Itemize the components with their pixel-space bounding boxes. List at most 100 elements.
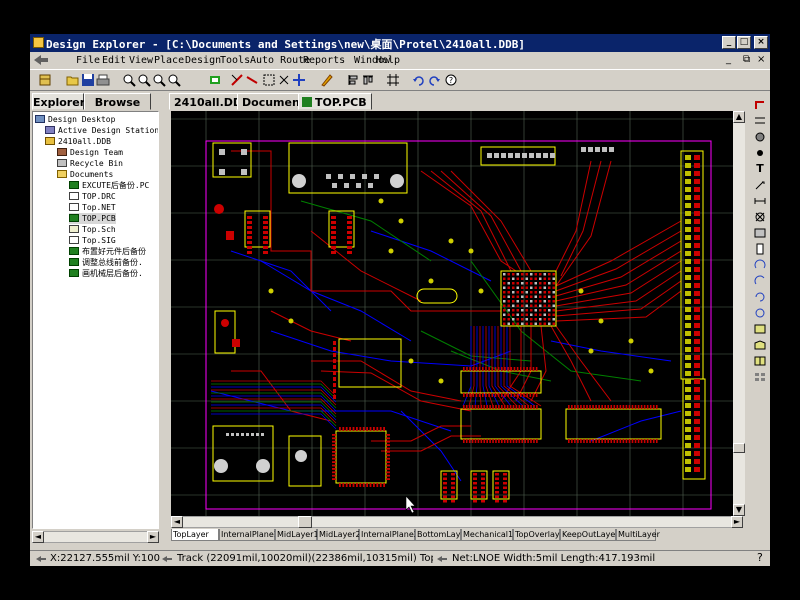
component-icon[interactable] [208, 73, 222, 87]
layer-tab-toplayer[interactable]: TopLayer [171, 529, 219, 541]
zoom-out-icon[interactable] [137, 73, 151, 87]
scroll-left-button[interactable]: ◄ [32, 531, 44, 543]
tree-item-top-sig[interactable]: Top.SIG [69, 235, 116, 246]
place-room-icon[interactable] [753, 227, 767, 239]
redo-icon[interactable] [427, 73, 441, 87]
menu-help[interactable]: Help [376, 55, 400, 66]
tab-top-pcb[interactable]: TOP.PCB [298, 93, 372, 110]
scroll-down-button[interactable]: ▼ [733, 504, 745, 516]
close-button[interactable]: × [754, 36, 768, 49]
mdi-minimize-button[interactable]: _ [726, 54, 731, 65]
place-fill-icon[interactable] [753, 323, 767, 335]
menu-file[interactable]: File [76, 55, 100, 66]
full-circle-icon[interactable] [753, 307, 767, 319]
ic-pin [583, 439, 585, 443]
mdi-close-button[interactable]: × [757, 54, 765, 65]
select-area-icon[interactable] [262, 73, 276, 87]
tree-item-backup-bus[interactable]: 调整总线前备份. [69, 257, 143, 268]
place-coordinate-icon[interactable] [753, 179, 767, 191]
place-origin-icon[interactable] [753, 211, 767, 223]
tree-item-top-net[interactable]: Top.NET [69, 202, 116, 213]
tree-item-top-drc[interactable]: TOP.DRC [69, 191, 116, 202]
arc-center-icon[interactable] [753, 259, 767, 271]
ic-pin [359, 427, 362, 431]
scroll-right-button[interactable]: ► [147, 531, 159, 543]
menu-place[interactable]: Place [154, 55, 184, 66]
layer-tab-midlayer2[interactable]: MidLayer2 [317, 529, 361, 541]
tree-item-documents[interactable]: Documents [57, 169, 113, 180]
help-icon[interactable]: ? [444, 73, 458, 87]
place-string-icon[interactable]: T [753, 163, 767, 175]
canvas-vertical-scrollbar[interactable]: ▲ ▼ [733, 111, 745, 516]
undo-icon[interactable] [412, 73, 426, 87]
paste-array-icon[interactable] [753, 371, 767, 383]
layer-tab-mechanical1[interactable]: Mechanical1 [461, 529, 513, 541]
menu-edit[interactable]: Edit [102, 55, 126, 66]
scroll-up-button[interactable]: ▲ [733, 111, 745, 123]
tab-browse-pcb[interactable]: Browse PCB [84, 93, 151, 126]
tree-item-top-sch[interactable]: Top.Sch [69, 224, 116, 235]
menu-design[interactable]: Design [185, 55, 221, 66]
place-dimension-icon[interactable] [753, 195, 767, 207]
layer-tab-topoverlay[interactable]: TopOverlay [513, 529, 560, 541]
layer-tab-keepoutlayer[interactable]: KeepOutLayer [560, 529, 619, 541]
minimize-button[interactable]: _ [722, 36, 736, 49]
open-folder-icon[interactable] [66, 73, 80, 87]
tree-item-design-desktop[interactable]: Design Desktop [35, 114, 115, 125]
tree-item-excute-backup[interactable]: EXCUTE后备份.PC [69, 180, 149, 191]
place-line-icon[interactable] [753, 115, 767, 127]
help-icon[interactable]: ? [757, 551, 763, 564]
arrow-logo-icon[interactable] [33, 54, 49, 66]
tree-item-top-pcb[interactable]: TOP.PCB [69, 213, 116, 224]
print-icon[interactable] [96, 73, 110, 87]
arc-any-angle-icon[interactable] [753, 291, 767, 303]
design-manager-icon[interactable] [38, 73, 52, 87]
layer-tab-midlayer1[interactable]: MidLayer1 [275, 529, 319, 541]
menu-view[interactable]: View [129, 55, 153, 66]
place-via-icon[interactable] [753, 147, 767, 159]
align-left-icon[interactable] [346, 73, 360, 87]
tab-explorer[interactable]: Explorer [32, 93, 85, 110]
align-top-icon[interactable] [361, 73, 375, 87]
tree-item-design-team[interactable]: Design Team [57, 147, 123, 158]
layer-tab-internalplane1[interactable]: InternalPlane1 [219, 529, 279, 541]
canvas-horizontal-scrollbar[interactable]: ◄ ► [171, 516, 743, 528]
menu-auto-route[interactable]: Auto Route [250, 55, 310, 66]
interactive-routing-icon[interactable] [753, 99, 767, 111]
scroll-thumb[interactable] [733, 443, 745, 453]
layer-tab-internalplane2[interactable]: InternalPlane2 [359, 529, 419, 541]
place-pad-icon[interactable] [753, 131, 767, 143]
tree-item-backup-mechanical[interactable]: 画机械层后备份. [69, 268, 143, 279]
maximize-button[interactable]: □ [737, 36, 751, 49]
arc-edge-icon[interactable] [753, 275, 767, 287]
design-rule-check-icon[interactable] [320, 73, 334, 87]
pcb-layout-drawing[interactable] [171, 111, 733, 516]
tree-item-active-design-station[interactable]: Active Design Station [45, 125, 158, 136]
place-polygon-icon[interactable] [753, 339, 767, 351]
zoom-in-icon[interactable] [122, 73, 136, 87]
move-icon[interactable] [292, 73, 306, 87]
canvas-scroll-right-button[interactable]: ► [731, 516, 743, 528]
place-component-icon[interactable] [753, 243, 767, 255]
layer-tab-bottomlayer[interactable]: BottomLayer [415, 529, 469, 541]
canvas-scroll-left-button[interactable]: ◄ [171, 516, 183, 528]
split-plane-icon[interactable] [753, 355, 767, 367]
save-icon[interactable] [81, 73, 95, 87]
layer-tab-multilayer[interactable]: MultiLayer [616, 529, 660, 541]
pcb-canvas[interactable] [171, 111, 743, 516]
explorer-horizontal-scrollbar[interactable]: ◄ ► [32, 531, 159, 543]
canvas-scroll-thumb[interactable] [298, 516, 312, 528]
tree-item-backup-components[interactable]: 布置好元件后备份 [69, 246, 146, 257]
fit-board-icon[interactable] [167, 73, 181, 87]
menu-tools[interactable]: Tools [220, 55, 250, 66]
tree-item-recycle-bin[interactable]: Recycle Bin [57, 158, 123, 169]
mdi-restore-button[interactable]: ⧉ [743, 54, 750, 65]
grid-icon[interactable] [386, 73, 400, 87]
cross-probe-icon[interactable] [230, 73, 244, 87]
interactive-route-icon[interactable] [245, 73, 259, 87]
title-bar[interactable]: Design Explorer - [C:\Documents and Sett… [30, 34, 770, 52]
menu-reports[interactable]: Reports [303, 55, 345, 66]
zoom-area-icon[interactable] [152, 73, 166, 87]
tree-item-database[interactable]: 2410all.DDB [45, 136, 111, 147]
deselect-icon[interactable] [277, 73, 291, 87]
